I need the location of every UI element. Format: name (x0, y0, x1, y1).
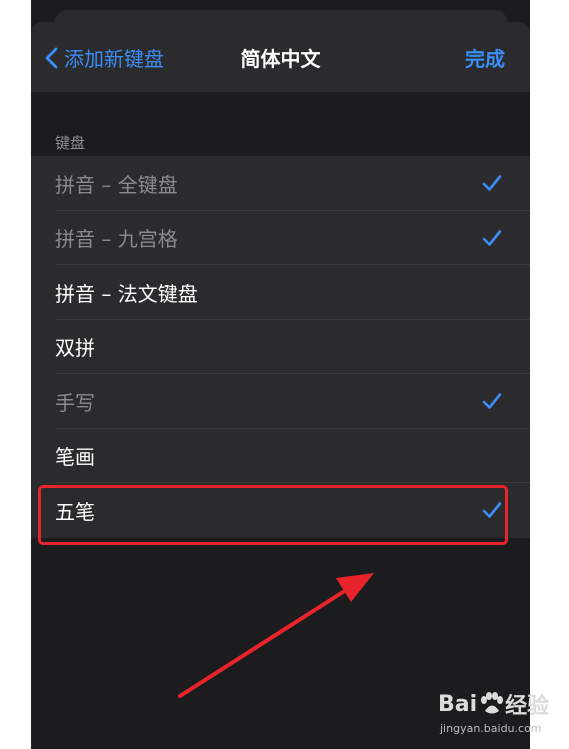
checkmark-icon (482, 502, 502, 519)
keyboard-row-label: 双拼 (55, 336, 95, 361)
checkmark-icon (482, 175, 502, 192)
checkmark-icon (482, 229, 502, 246)
keyboard-row-label: 笔画 (55, 445, 95, 470)
keyboard-row-label: 手写 (55, 390, 95, 415)
chevron-left-icon (45, 47, 58, 68)
phone-screen: 添加新键盘 简体中文 完成 键盘 拼音 – 全键盘 拼音 – 九宫格 拼音 – 法文… (31, 0, 530, 749)
keyboard-row[interactable]: 拼音 – 全键盘 (31, 156, 530, 211)
section-header: 键盘 (55, 134, 86, 152)
keyboard-list: 拼音 – 全键盘 拼音 – 九宫格 拼音 – 法文键盘 双拼手写笔画五笔 (31, 156, 530, 538)
keyboard-row[interactable]: 五笔 (31, 483, 530, 538)
keyboard-row[interactable]: 双拼 (31, 320, 530, 374)
keyboard-row-label: 拼音 – 法文键盘 (55, 281, 198, 306)
keyboard-row[interactable]: 笔画 (31, 429, 530, 483)
keyboard-sheet: 添加新键盘 简体中文 完成 键盘 拼音 – 全键盘 拼音 – 九宫格 拼音 – 法文… (31, 22, 530, 749)
keyboard-row[interactable]: 手写 (31, 374, 530, 429)
back-button[interactable]: 添加新键盘 (45, 43, 164, 72)
keyboard-row-label: 五笔 (55, 499, 95, 524)
checkmark-icon (482, 393, 502, 410)
done-button[interactable]: 完成 (465, 43, 505, 72)
navigation-bar: 添加新键盘 简体中文 完成 (31, 22, 530, 92)
keyboard-row-label: 拼音 – 九宫格 (55, 227, 178, 252)
keyboard-row[interactable]: 拼音 – 九宫格 (31, 211, 530, 265)
keyboard-row-label: 拼音 – 全键盘 (55, 172, 178, 197)
keyboard-row[interactable]: 拼音 – 法文键盘 (31, 265, 530, 320)
back-button-label: 添加新键盘 (64, 47, 164, 71)
